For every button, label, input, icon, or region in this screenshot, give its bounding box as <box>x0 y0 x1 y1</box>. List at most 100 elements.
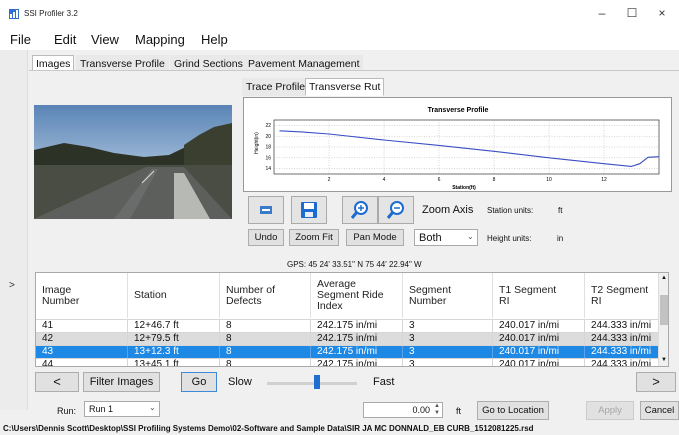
cell-segment-number: 3 <box>403 333 493 345</box>
header-number-of-defects[interactable]: Number of Defects <box>220 273 311 318</box>
table-row[interactable]: 44 13+45.1 ft 8 242.175 in/mi 3 240.017 … <box>36 358 668 366</box>
zoom-in-button[interactable] <box>342 196 378 224</box>
cell-segment-number: 3 <box>403 320 493 332</box>
tab-trace-profile[interactable]: Trace Profile <box>242 78 310 96</box>
zoom-in-icon <box>350 201 368 219</box>
cell-t1-ri: 240.017 in/mi <box>493 333 585 345</box>
minimize-button[interactable]: – <box>587 4 617 22</box>
header-average-segment-ride-index[interactable]: Average Segment Ride Index <box>311 273 403 318</box>
cell-avg-ride-index: 242.175 in/mi <box>311 346 403 358</box>
menu-view[interactable]: View <box>91 32 119 47</box>
y-tick-label: 14 <box>265 166 271 172</box>
menu-mapping[interactable]: Mapping <box>135 32 185 47</box>
speed-slider-track[interactable] <box>267 382 357 385</box>
header-image-number[interactable]: Image Number <box>36 273 128 318</box>
cell-t1-ri: 240.017 in/mi <box>493 346 585 358</box>
cell-station: 13+45.1 ft <box>128 359 220 366</box>
station-units-value: ft <box>558 206 563 215</box>
close-button[interactable]: × <box>647 4 677 22</box>
scroll-thumb[interactable] <box>660 295 668 325</box>
cell-defects: 8 <box>220 333 311 345</box>
apply-button[interactable]: Apply <box>586 401 634 420</box>
distance-value: 0.00 <box>412 405 430 415</box>
x-tick-label: 6 <box>438 177 441 183</box>
expand-arrow-icon[interactable]: > <box>9 280 15 291</box>
cell-t2-ri: 244.333 in/mi <box>585 346 660 358</box>
cell-image-number: 41 <box>36 320 128 332</box>
previous-button[interactable]: < <box>35 372 79 392</box>
height-units-value: in <box>557 234 564 243</box>
distance-unit: ft <box>456 406 462 416</box>
stepper-icon[interactable]: ▲ ▼ <box>434 403 440 417</box>
chevron-down-icon: ⌄ <box>149 403 156 412</box>
app-window: SSI Profiler 3.2 – ☐ × File Edit View Ma… <box>0 0 679 435</box>
cell-segment-number: 3 <box>403 359 493 366</box>
header-station[interactable]: Station <box>128 273 220 318</box>
title-bar: SSI Profiler 3.2 – ☐ × <box>0 0 679 28</box>
menu-bar: File Edit View Mapping Help <box>0 28 679 50</box>
chart-xlabel: Station(ft) <box>452 185 476 191</box>
header-segment-number[interactable]: Segment Number <box>403 273 493 318</box>
file-path-status: C:\Users\Dennis Scott\Desktop\SSI Profil… <box>0 424 679 435</box>
cell-t2-ri: 244.333 in/mi <box>585 359 660 366</box>
zoom-axis-select-value: Both <box>419 232 442 244</box>
table-row-selected[interactable]: 43 13+12.3 ft 8 242.175 in/mi 3 240.017 … <box>36 345 668 358</box>
undo-button[interactable]: Undo <box>248 229 284 246</box>
minus-icon <box>260 206 272 214</box>
save-chart-button[interactable] <box>291 196 327 224</box>
save-icon <box>301 202 317 218</box>
cell-image-number: 44 <box>36 359 128 366</box>
filter-images-button[interactable]: Filter Images <box>83 372 160 392</box>
app-icon <box>9 9 19 19</box>
height-units-label: Height units: <box>487 234 532 243</box>
image-table[interactable]: Image Number Station Number of Defects A… <box>35 272 669 367</box>
distance-input[interactable]: 0.00 ▲ ▼ <box>363 402 443 418</box>
x-tick-label: 4 <box>383 177 386 183</box>
run-select[interactable]: Run 1 ⌄ <box>84 401 160 417</box>
station-units-label: Station units: <box>487 206 534 215</box>
chart-svg: Transverse Profile 2 4 6 8 10 12 22 20 18 16 14 He… <box>254 107 660 191</box>
maximize-button[interactable]: ☐ <box>617 4 647 22</box>
table-row[interactable]: 41 12+46.7 ft 8 242.175 in/mi 3 240.017 … <box>36 319 668 332</box>
cell-avg-ride-index: 242.175 in/mi <box>311 333 403 345</box>
zoom-fit-button[interactable]: Zoom Fit <box>289 229 339 246</box>
run-select-value: Run 1 <box>89 404 114 414</box>
menu-file[interactable]: File <box>10 32 31 47</box>
cell-defects: 8 <box>220 359 311 366</box>
menu-edit[interactable]: Edit <box>54 32 76 47</box>
go-button[interactable]: Go <box>181 372 217 392</box>
cancel-button[interactable]: Cancel <box>640 401 679 420</box>
pan-mode-button[interactable]: Pan Mode <box>346 229 404 246</box>
y-tick-label: 22 <box>265 123 271 129</box>
remove-button[interactable] <box>248 196 284 224</box>
menu-help[interactable]: Help <box>201 32 228 47</box>
fast-label: Fast <box>373 376 395 388</box>
chart-title: Transverse Profile <box>428 107 489 114</box>
x-tick-label: 2 <box>328 177 331 183</box>
table-scrollbar[interactable]: ▲ ▼ <box>658 273 668 366</box>
zoom-out-button[interactable] <box>378 196 414 224</box>
x-tick-label: 12 <box>601 177 607 183</box>
slow-label: Slow <box>228 376 252 388</box>
y-tick-label: 20 <box>265 134 271 140</box>
scroll-down-icon[interactable]: ▼ <box>660 357 668 365</box>
x-tick-label: 8 <box>493 177 496 183</box>
cell-station: 12+79.5 ft <box>128 333 220 345</box>
table-row[interactable]: 42 12+79.5 ft 8 242.175 in/mi 3 240.017 … <box>36 332 668 345</box>
cell-image-number: 42 <box>36 333 128 345</box>
zoom-axis-select[interactable]: Both ⌄ <box>414 229 478 246</box>
scroll-up-icon[interactable]: ▲ <box>660 275 668 283</box>
zoom-axis-label: Zoom Axis <box>422 204 474 216</box>
header-t1-segment-ri[interactable]: T1 Segment RI <box>493 273 585 318</box>
side-panel-strip[interactable]: > <box>0 50 28 410</box>
x-tick-label: 10 <box>546 177 552 183</box>
header-t2-segment-ri[interactable]: T2 Segment RI <box>585 273 660 318</box>
next-button[interactable]: > <box>636 372 676 392</box>
window-title: SSI Profiler 3.2 <box>24 9 78 18</box>
zoom-out-icon <box>386 201 404 219</box>
cell-defects: 8 <box>220 346 311 358</box>
go-to-location-button[interactable]: Go to Location <box>477 401 549 420</box>
speed-slider-thumb[interactable] <box>313 375 320 389</box>
cell-image-number: 43 <box>36 346 128 358</box>
tab-transverse-rut[interactable]: Transverse Rut <box>305 78 385 96</box>
